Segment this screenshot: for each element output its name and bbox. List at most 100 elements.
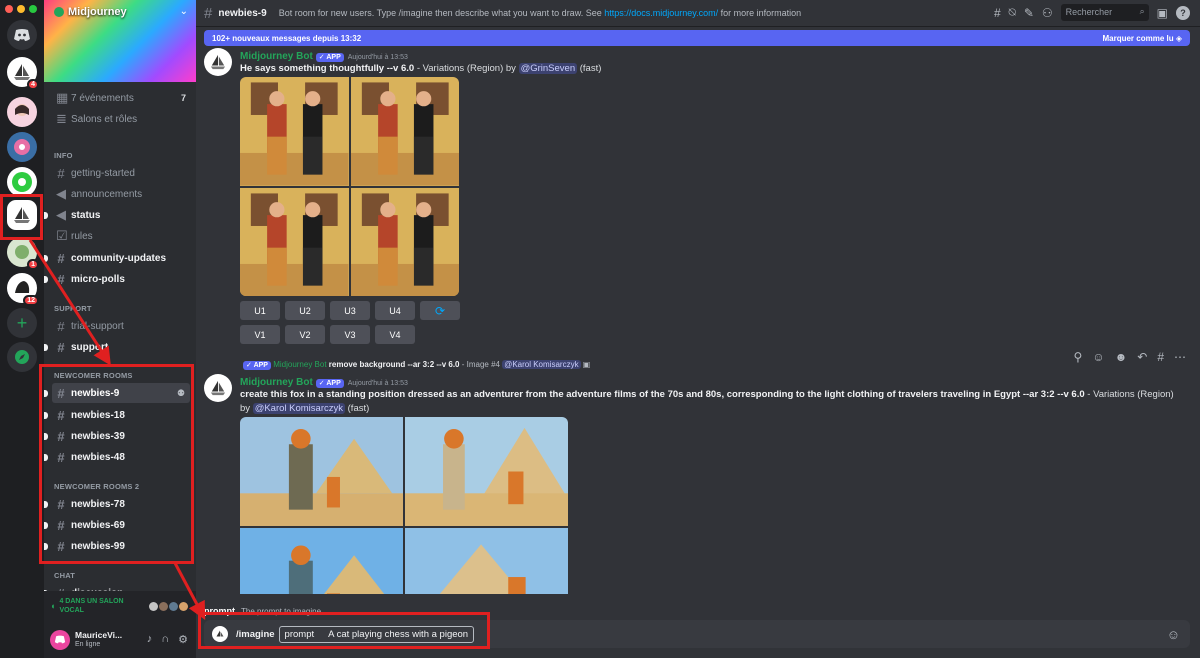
channels-roles-item[interactable]: ≣ Salons et rôles: [52, 109, 190, 129]
discover-icon[interactable]: [7, 342, 37, 372]
category-support[interactable]: SUPPORT: [54, 304, 92, 313]
avatar[interactable]: [204, 48, 232, 76]
add-member-icon[interactable]: ⚉: [177, 388, 185, 399]
generated-image[interactable]: [405, 528, 568, 594]
category-newcomer-rooms-2[interactable]: NEWCOMER ROOMS 2: [54, 482, 139, 491]
app-badge-label: APP: [326, 54, 341, 61]
members-icon[interactable]: ⚇: [1042, 6, 1053, 20]
avatar[interactable]: [50, 629, 70, 650]
channel-trial-support[interactable]: # trial-support: [52, 316, 190, 336]
server-icon-midjourney[interactable]: [7, 200, 37, 230]
category-chat[interactable]: CHAT: [54, 571, 75, 580]
channel-label: newbies-48: [71, 451, 125, 463]
reply-reference[interactable]: ✓ APP Midjourney Bot remove background -…: [204, 360, 1190, 372]
generated-image[interactable]: [240, 187, 349, 296]
mention[interactable]: @Karol Komisarczyk: [252, 403, 345, 414]
maximize-window-icon[interactable]: [29, 5, 37, 13]
server-icon-anime[interactable]: [7, 97, 37, 127]
generated-image[interactable]: [240, 417, 403, 526]
mark-as-read-button[interactable]: Marquer comme lu ◈: [1102, 34, 1182, 43]
u2-button[interactable]: U2: [285, 301, 325, 320]
headphones-icon[interactable]: ∩: [161, 633, 169, 646]
channel-newbies-78[interactable]: # newbies-78: [44, 494, 190, 514]
prompt-option-input[interactable]: prompt A cat playing chess with a pigeon: [278, 625, 475, 643]
generated-image[interactable]: [350, 77, 459, 186]
generated-image[interactable]: [240, 528, 403, 594]
new-messages-bar[interactable]: 102+ nouveaux messages depuis 13:32 Marq…: [204, 30, 1190, 46]
close-window-icon[interactable]: [5, 5, 13, 13]
chevron-down-icon[interactable]: ⌄: [180, 6, 188, 17]
inbox-icon[interactable]: ▣: [1157, 6, 1168, 20]
hash-icon: #: [57, 449, 65, 465]
channel-topic[interactable]: Bot room for new users. Type /imagine th…: [279, 8, 801, 18]
generated-image[interactable]: [350, 187, 459, 296]
channel-newbies-39[interactable]: # newbies-39: [44, 426, 190, 446]
mention[interactable]: @GrinSeven: [518, 63, 578, 74]
voice-status-bar[interactable]: ◖ 4 DANS UN SALON VOCAL: [44, 591, 196, 621]
app-badge: ✓ APP: [243, 361, 271, 370]
reroll-button[interactable]: ⟳: [420, 301, 460, 320]
v3-button[interactable]: V3: [330, 325, 370, 344]
megaphone-icon: ◀: [56, 207, 66, 222]
channel-community-updates[interactable]: # community-updates: [44, 248, 190, 268]
minimize-window-icon[interactable]: [17, 5, 25, 13]
channel-status[interactable]: ◀ status: [44, 205, 190, 225]
selected-server-pill: [0, 203, 3, 227]
mute-bell-icon[interactable]: ⍉: [1009, 5, 1016, 20]
image-grid[interactable]: [240, 417, 568, 594]
generated-image[interactable]: [405, 417, 568, 526]
channel-micro-polls[interactable]: # micro-polls: [44, 269, 190, 289]
server-icon-sailboat[interactable]: 4: [7, 57, 39, 90]
avatar[interactable]: [204, 374, 232, 402]
search-input[interactable]: Rechercher ⌕: [1060, 4, 1149, 21]
server-header[interactable]: Midjourney: [54, 6, 127, 18]
unread-indicator: [44, 389, 48, 397]
threads-icon[interactable]: #: [994, 6, 1001, 20]
server-icon-community[interactable]: 1: [7, 237, 39, 270]
help-icon[interactable]: ?: [1176, 5, 1190, 20]
prompt-value[interactable]: A cat playing chess with a pigeon: [328, 629, 468, 640]
message-composer[interactable]: /imagine prompt A cat playing chess with …: [204, 620, 1190, 648]
v1-button[interactable]: V1: [240, 325, 280, 344]
gear-icon[interactable]: ⚙: [178, 633, 188, 646]
author-name[interactable]: Midjourney Bot: [240, 377, 313, 388]
mention[interactable]: @Karol Komisarczyk: [502, 360, 581, 369]
reply-author[interactable]: Midjourney Bot: [273, 360, 326, 369]
channel-newbies-9[interactable]: # newbies-9 ⚉: [44, 383, 190, 403]
server-icon-dark[interactable]: 12: [7, 273, 39, 306]
channel-newbies-99[interactable]: # newbies-99: [44, 536, 190, 556]
channel-newbies-18[interactable]: # newbies-18: [44, 405, 190, 425]
docs-link[interactable]: https://docs.midjourney.com/: [604, 8, 718, 18]
server-banner[interactable]: Midjourney ⌄: [44, 0, 196, 82]
channel-rules[interactable]: ☑ rules: [52, 226, 190, 246]
v2-button[interactable]: V2: [285, 325, 325, 344]
message-suffix: - Variations (Region) by: [414, 63, 519, 74]
channel-getting-started[interactable]: # getting-started: [52, 163, 190, 183]
unread-indicator: [44, 254, 48, 262]
u3-button[interactable]: U3: [330, 301, 370, 320]
unread-indicator: [44, 500, 48, 508]
generated-image[interactable]: [240, 77, 349, 186]
u4-button[interactable]: U4: [375, 301, 415, 320]
channel-newbies-48[interactable]: # newbies-48: [44, 447, 190, 467]
v4-button[interactable]: V4: [375, 325, 415, 344]
server-icon-blue[interactable]: [7, 132, 37, 162]
microphone-icon[interactable]: ♪: [147, 633, 153, 646]
category-info[interactable]: INFO: [54, 151, 73, 160]
image-grid[interactable]: [240, 77, 459, 296]
speaker-icon: ◖: [50, 601, 56, 611]
u1-button[interactable]: U1: [240, 301, 280, 320]
emoji-picker-icon[interactable]: ☺: [1167, 627, 1180, 642]
pin-icon[interactable]: ✎: [1024, 6, 1034, 20]
server-icon-green[interactable]: [7, 167, 37, 197]
avatar: [159, 601, 168, 611]
events-item[interactable]: ▦ 7 événements 7: [52, 88, 190, 108]
category-newcomer-rooms[interactable]: NEWCOMER ROOMS: [54, 371, 133, 380]
channel-support[interactable]: # support: [44, 337, 190, 357]
discord-home-icon[interactable]: [7, 20, 37, 50]
add-server-icon[interactable]: +: [7, 308, 37, 338]
channel-label: newbies-69: [71, 519, 125, 531]
channel-newbies-69[interactable]: # newbies-69: [44, 515, 190, 535]
author-name[interactable]: Midjourney Bot: [240, 51, 313, 62]
channel-announcements[interactable]: ◀ announcements: [52, 184, 190, 204]
